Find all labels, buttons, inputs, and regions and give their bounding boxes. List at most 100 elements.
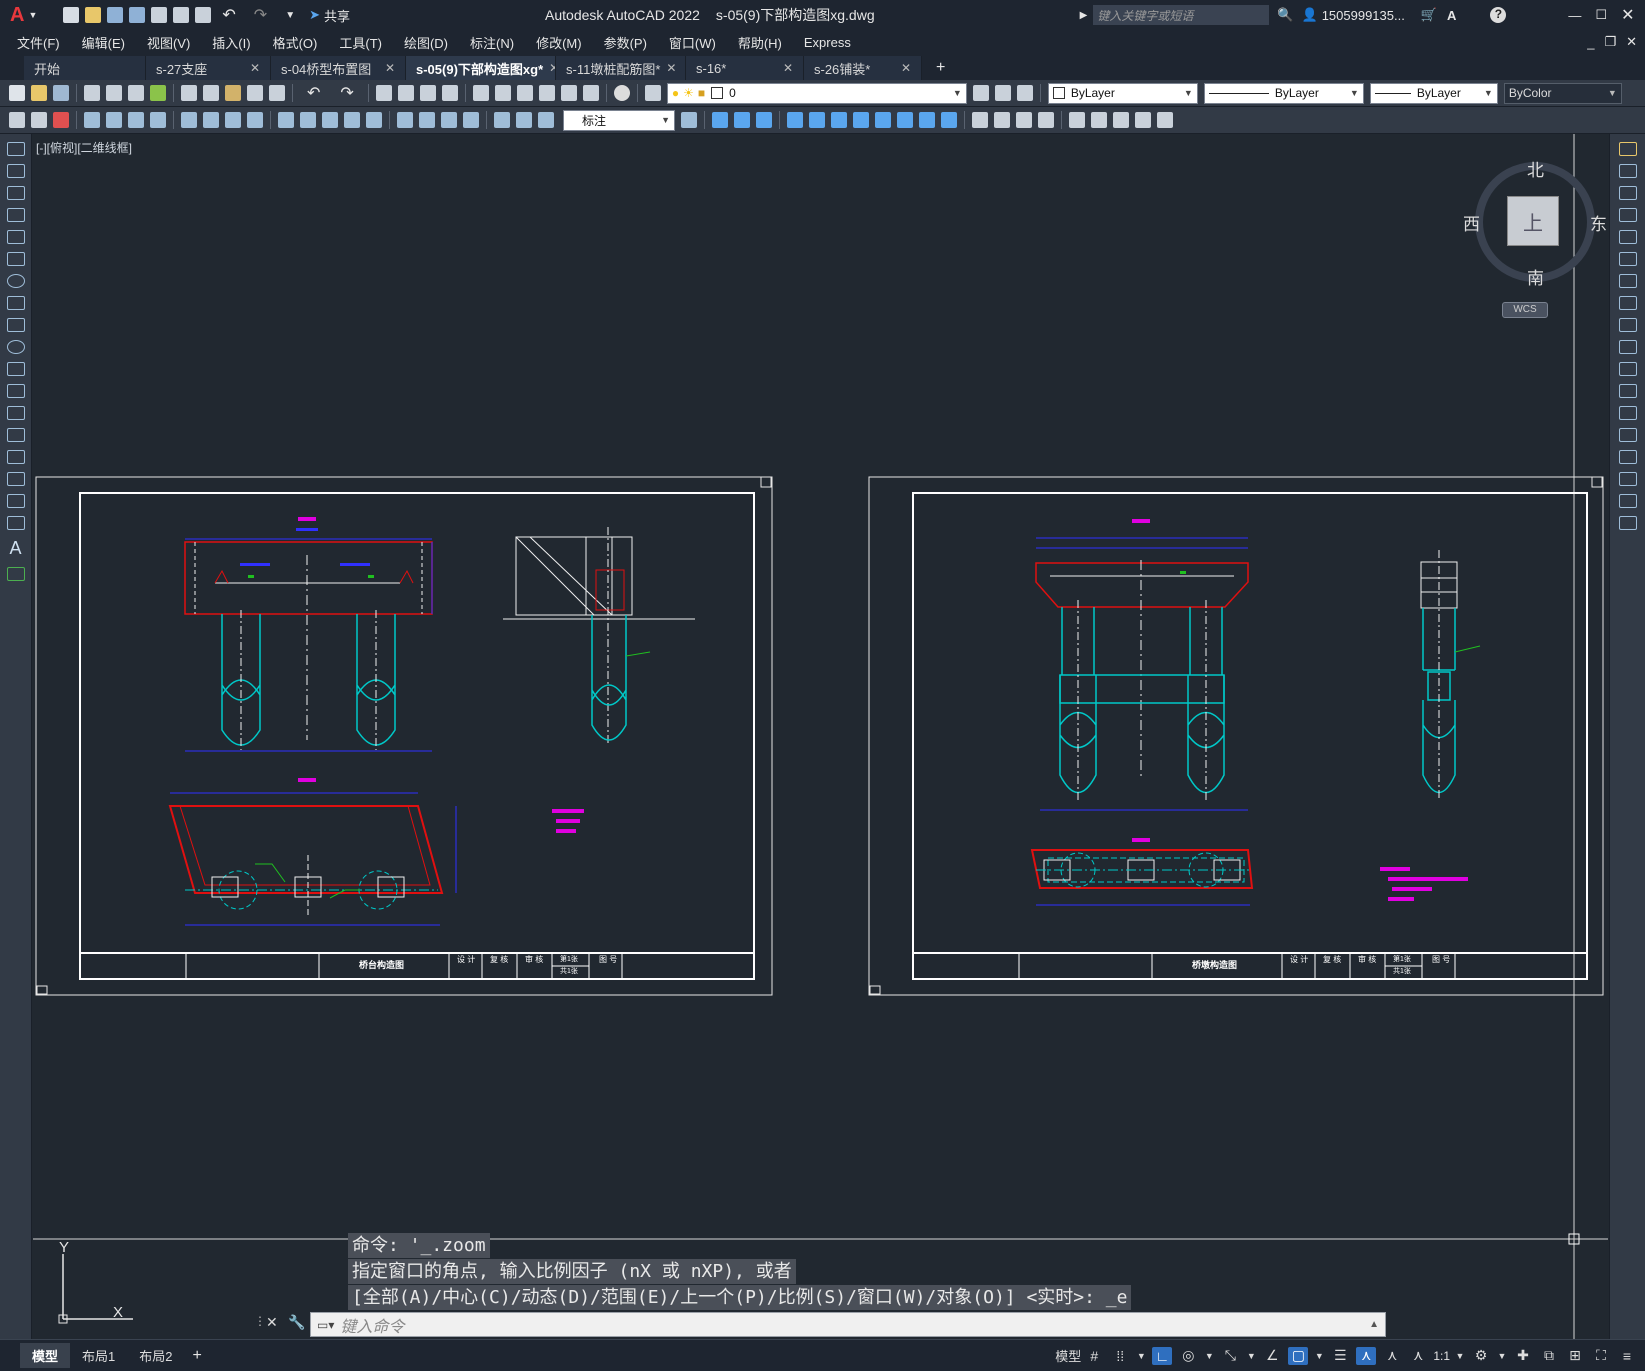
array-icon[interactable] xyxy=(1618,230,1637,244)
preview-icon[interactable] xyxy=(106,85,122,101)
orbit-icon[interactable] xyxy=(1113,112,1129,128)
point-icon[interactable] xyxy=(6,428,25,442)
tolerance-icon[interactable] xyxy=(397,112,413,128)
break-icon[interactable] xyxy=(1618,406,1637,420)
fillet-icon[interactable] xyxy=(1618,472,1637,486)
tab-start[interactable]: 开始 xyxy=(24,56,146,80)
dim-text-edit-icon[interactable] xyxy=(516,112,532,128)
chevron-down-icon[interactable]: ▼ xyxy=(1136,1347,1146,1365)
dim-diameter-icon[interactable] xyxy=(225,112,241,128)
union-icon[interactable] xyxy=(919,112,935,128)
layer-dropdown[interactable]: ● ☀ ■ 0 ▼ xyxy=(666,82,967,104)
new-tab-icon[interactable]: + xyxy=(936,59,945,77)
close-icon[interactable]: ✕ xyxy=(901,61,911,75)
search-input[interactable]: 键入关键字或短语 xyxy=(1093,5,1270,25)
undo-icon[interactable]: ↶ xyxy=(222,5,235,25)
ellipse-icon[interactable] xyxy=(6,340,25,354)
compass-north[interactable]: 北 xyxy=(1527,156,1544,181)
menu-help[interactable]: 帮助(H) xyxy=(727,33,793,52)
hamburger-icon[interactable]: ≡ xyxy=(1617,1347,1637,1365)
undo-icon[interactable]: ↶ xyxy=(307,83,320,103)
solid-cone-icon[interactable] xyxy=(756,112,772,128)
dim-arc-icon[interactable] xyxy=(128,112,144,128)
polygon-icon[interactable] xyxy=(6,208,25,222)
dim-continue-icon[interactable] xyxy=(322,112,338,128)
insert-block-icon[interactable] xyxy=(6,384,25,398)
chevron-down-icon[interactable]: ▼ xyxy=(1204,1347,1214,1365)
rectangle-icon[interactable] xyxy=(6,230,25,244)
copy-icon[interactable] xyxy=(203,85,219,101)
share-icon[interactable]: ➤ xyxy=(309,7,320,23)
new-icon[interactable] xyxy=(9,85,25,101)
trim-icon[interactable] xyxy=(1618,340,1637,354)
camera-icon[interactable] xyxy=(1157,112,1173,128)
open-icon[interactable] xyxy=(85,7,102,23)
shade-icon[interactable] xyxy=(972,112,988,128)
dim-aligned-icon[interactable] xyxy=(106,112,122,128)
object-snap-tracking-icon[interactable]: ∠ xyxy=(1262,1347,1282,1365)
fullscreen-icon[interactable]: ⛶ xyxy=(1591,1347,1611,1365)
command-close-icon[interactable]: ✕ xyxy=(266,1314,278,1331)
menu-format[interactable]: 格式(O) xyxy=(262,33,329,52)
scale-icon[interactable] xyxy=(1618,296,1637,310)
close-icon[interactable]: ✕ xyxy=(783,61,793,75)
add-layout-icon[interactable]: + xyxy=(192,1347,201,1365)
layout-tab-2[interactable]: 布局2 xyxy=(127,1343,184,1368)
align3d-icon[interactable] xyxy=(853,112,869,128)
mtext-icon[interactable]: A xyxy=(0,538,31,559)
color-dropdown[interactable]: ByLayer ▼ xyxy=(1047,82,1198,104)
publish-icon[interactable] xyxy=(173,7,190,23)
subtract-icon[interactable] xyxy=(941,112,957,128)
zoom-previous-icon[interactable] xyxy=(441,85,458,101)
paste-icon[interactable] xyxy=(225,85,241,101)
command-history-arrow-icon[interactable]: ▲ xyxy=(1369,1319,1379,1330)
new-icon[interactable] xyxy=(63,7,80,23)
properties-icon[interactable] xyxy=(472,85,489,101)
cart-icon[interactable]: 🛒 xyxy=(1421,7,1437,23)
arc-icon[interactable] xyxy=(6,252,25,266)
spline-icon[interactable] xyxy=(6,318,25,332)
tab-s27[interactable]: s-27支座 ✕ xyxy=(146,56,271,80)
command-prompt-icon[interactable]: ▭▾ xyxy=(317,1318,334,1332)
menu-parametric[interactable]: 参数(P) xyxy=(593,33,658,52)
menu-view[interactable]: 视图(V) xyxy=(136,33,201,52)
menu-edit[interactable]: 编辑(E) xyxy=(71,33,136,52)
dim-jogged-icon[interactable] xyxy=(203,112,219,128)
auto-scale-icon[interactable]: ⋏ xyxy=(1382,1347,1402,1365)
wcs-button[interactable]: WCS xyxy=(1502,302,1548,318)
lineweight-icon[interactable]: ☰ xyxy=(1330,1347,1350,1365)
tab-s05[interactable]: s-05(9)下部构造图xg* ✕ xyxy=(406,56,556,80)
quick-dim-icon[interactable] xyxy=(278,112,294,128)
extend-icon[interactable] xyxy=(1618,362,1637,376)
menu-file[interactable]: 文件(F) xyxy=(6,33,71,52)
ucs-icon[interactable] xyxy=(1069,112,1085,128)
plot-icon[interactable] xyxy=(84,85,100,101)
hardware-accel-icon[interactable]: ⊞ xyxy=(1565,1347,1585,1365)
solid-wedge-icon[interactable] xyxy=(734,112,750,128)
brush-icon[interactable] xyxy=(269,85,285,101)
app-logo-icon[interactable]: A xyxy=(10,4,24,27)
view-icon[interactable] xyxy=(1091,112,1107,128)
search-arrow-icon[interactable]: ▶ xyxy=(1080,10,1088,21)
doc-close-icon[interactable]: ✕ xyxy=(1626,34,1637,50)
menu-modify[interactable]: 修改(M) xyxy=(525,33,593,52)
dim-baseline-icon[interactable] xyxy=(300,112,316,128)
redo-icon[interactable]: ↷ xyxy=(340,83,353,103)
command-input[interactable]: ▭▾ 键入命令 ▲ xyxy=(310,1312,1386,1337)
close-icon[interactable]: ✕ xyxy=(1621,5,1634,25)
tab-s04[interactable]: s-04桥型布置图 ✕ xyxy=(271,56,406,80)
sheet-set-icon[interactable] xyxy=(538,85,555,101)
make-current-icon[interactable] xyxy=(972,85,989,101)
ellipse-arc-icon[interactable] xyxy=(6,362,25,376)
linetype-dropdown[interactable]: ByLayer ▼ xyxy=(1203,82,1364,104)
object-snap-icon[interactable]: ▢ xyxy=(1288,1346,1309,1365)
compass-south[interactable]: 南 xyxy=(1527,264,1544,289)
lineweight-dropdown[interactable]: ByLayer ▼ xyxy=(1369,82,1498,104)
walk-icon[interactable] xyxy=(1135,112,1151,128)
break-point-icon[interactable] xyxy=(1618,384,1637,398)
menu-express[interactable]: Express xyxy=(793,35,862,50)
dim-ordinate-icon[interactable] xyxy=(150,112,166,128)
rotate-icon[interactable] xyxy=(1618,274,1637,288)
tool-palette-icon[interactable] xyxy=(516,85,533,101)
dim-linear-icon[interactable] xyxy=(84,112,100,128)
